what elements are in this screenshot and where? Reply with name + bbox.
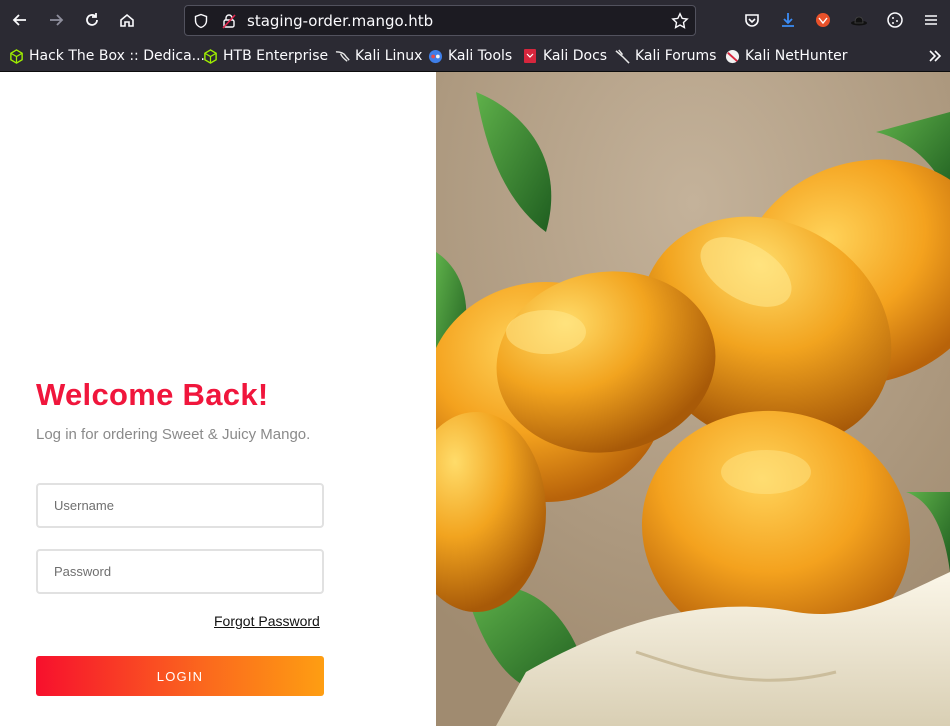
back-button[interactable]	[7, 7, 33, 33]
page-subtitle: Log in for ordering Sweet & Juicy Mango.	[36, 426, 311, 443]
bookmark-kali-nethunter[interactable]: Kali NetHunter	[724, 46, 847, 66]
pocket-icon	[745, 14, 759, 27]
forward-button[interactable]	[43, 7, 69, 33]
mango-hero-image	[436, 72, 950, 726]
bookmark-kali-forums[interactable]: Kali Forums	[614, 46, 716, 66]
bookmark-kali-linux[interactable]: Kali Linux	[334, 46, 422, 66]
url-text[interactable]: staging-order.mango.htb	[247, 12, 433, 30]
downloads-button[interactable]	[775, 7, 801, 33]
mango-illustration	[436, 72, 950, 726]
bookmark-kali-docs[interactable]: Kali Docs	[522, 46, 607, 66]
download-icon	[782, 13, 794, 27]
bookmarks-bar: Hack The Box :: Dedica... HTB Enterprise…	[0, 40, 950, 72]
reload-icon	[86, 13, 98, 26]
extension-cookie-button[interactable]	[882, 7, 908, 33]
kali-dragon-icon	[334, 48, 350, 64]
reload-button[interactable]	[79, 7, 105, 33]
browser-toolbar: staging-order.mango.htb	[0, 0, 950, 40]
bookmark-htb-dedicated[interactable]: Hack The Box :: Dedica...	[8, 46, 205, 66]
bookmark-htb-enterprise[interactable]: HTB Enterprise	[202, 46, 328, 66]
menu-button[interactable]	[918, 7, 944, 33]
kali-forums-icon	[614, 48, 630, 64]
htb-cube-icon	[202, 48, 218, 64]
bookmarks-overflow-button[interactable]	[922, 43, 948, 69]
forgot-password-link[interactable]: Forgot Password	[214, 613, 320, 629]
home-icon	[120, 13, 134, 27]
lock-insecure-icon[interactable]	[220, 12, 238, 30]
pocket-button[interactable]	[739, 7, 765, 33]
password-input[interactable]	[36, 549, 324, 594]
home-button[interactable]	[114, 7, 140, 33]
page-content: Welcome Back! Log in for ordering Sweet …	[0, 72, 950, 726]
shield-icon[interactable]	[192, 12, 210, 30]
url-bar[interactable]: staging-order.mango.htb	[184, 5, 696, 36]
hamburger-icon	[925, 15, 937, 25]
page-title: Welcome Back!	[36, 377, 269, 412]
htb-cube-icon	[8, 48, 24, 64]
hat-icon	[851, 16, 867, 26]
cookie-icon	[887, 12, 903, 28]
username-input[interactable]	[36, 483, 324, 528]
login-panel: Welcome Back! Log in for ordering Sweet …	[0, 72, 436, 726]
arrow-left-icon	[12, 14, 26, 26]
extension-foxyproxy-button[interactable]	[810, 7, 836, 33]
kali-tools-icon	[427, 48, 443, 64]
chevron-double-right-icon	[929, 50, 942, 62]
kali-nethunter-icon	[724, 48, 740, 64]
kali-docs-icon	[522, 48, 538, 64]
star-icon[interactable]	[671, 12, 689, 30]
extension-hat-button[interactable]	[846, 7, 872, 33]
foxyproxy-icon	[816, 13, 830, 27]
bookmark-kali-tools[interactable]: Kali Tools	[427, 46, 512, 66]
login-button[interactable]: LOGIN	[36, 656, 324, 696]
arrow-right-icon	[50, 14, 64, 26]
